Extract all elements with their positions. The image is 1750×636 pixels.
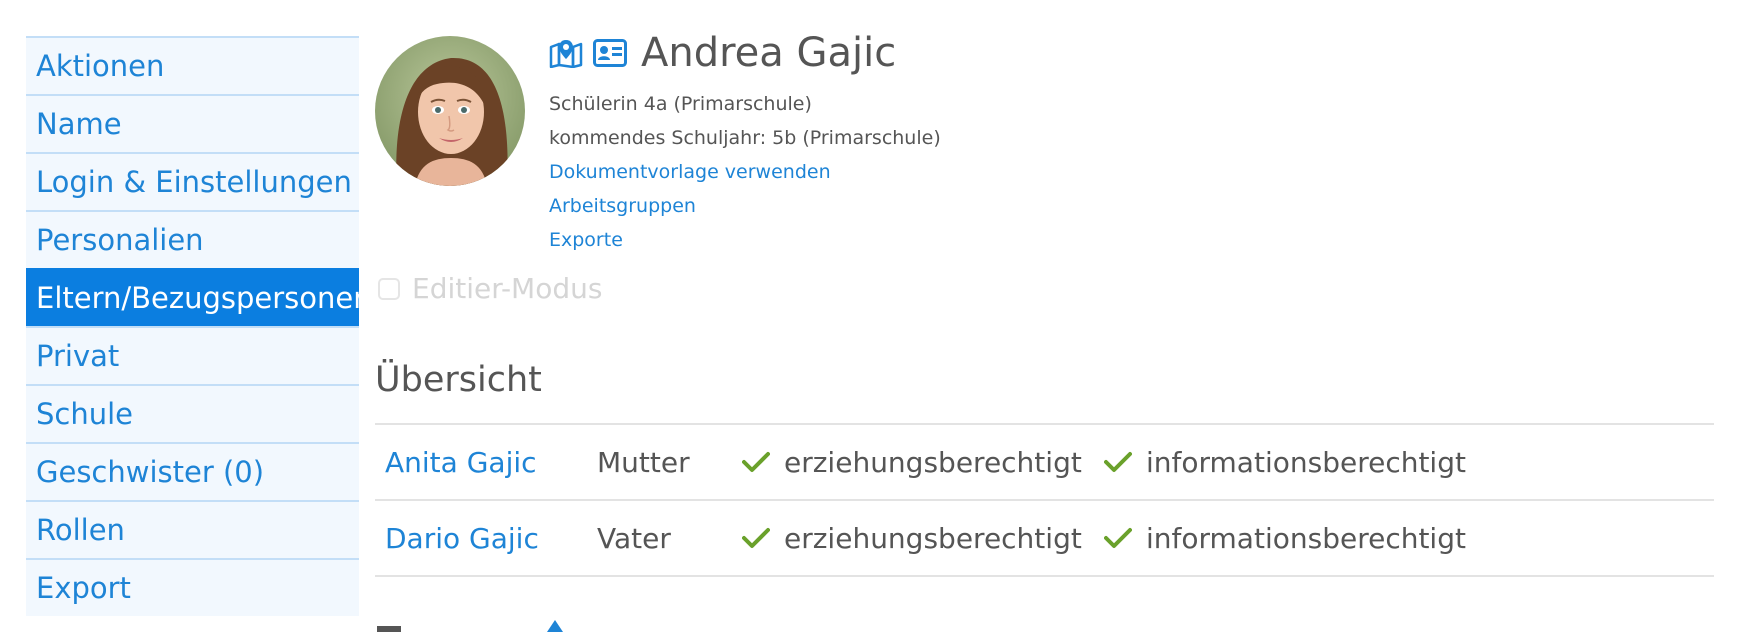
- information-label: informationsberechtigt: [1146, 521, 1466, 555]
- table-row: Dario Gajic Vater erziehungsberechtigt i…: [375, 501, 1714, 577]
- work-groups-link[interactable]: Arbeitsgruppen: [549, 194, 696, 218]
- check-icon: [742, 451, 770, 473]
- information-label: informationsberechtigt: [1146, 445, 1466, 479]
- guardian-relation: Vater: [597, 521, 671, 555]
- information-permission: informationsberechtigt: [1104, 446, 1466, 479]
- custody-permission: erziehungsberechtigt: [742, 446, 1104, 479]
- sidebar-item-geschwister[interactable]: Geschwister (0): [26, 442, 359, 500]
- next-year-info: kommendes Schuljahr: 5b (Primarschule): [549, 127, 941, 149]
- avatar-portrait: [375, 36, 525, 186]
- information-permission: informationsberechtigt: [1104, 522, 1466, 555]
- sidebar-item-eltern-bezugspersonen[interactable]: Eltern/Bezugspersonen: [26, 268, 372, 326]
- avatar: [375, 36, 525, 186]
- sidebar-item-personalien[interactable]: Personalien: [26, 210, 359, 268]
- overview-title: Übersicht: [375, 360, 542, 400]
- next-section-header-clipped: [375, 612, 595, 632]
- sidebar-nav: Aktionen Name Login & Einstellungen Pers…: [26, 36, 372, 616]
- guardian-relation: Mutter: [597, 445, 690, 479]
- sidebar-item-login-einstellungen[interactable]: Login & Einstellungen: [26, 152, 359, 210]
- edit-mode-checkbox[interactable]: [378, 277, 400, 300]
- sidebar-item-schule[interactable]: Schule: [26, 384, 359, 442]
- class-info: Schülerin 4a (Primarschule): [549, 93, 812, 115]
- guardian-name-link[interactable]: Anita Gajic: [375, 446, 597, 479]
- edit-mode-label: Editier-Modus: [412, 272, 603, 305]
- check-icon: [1104, 451, 1132, 473]
- check-icon: [742, 527, 770, 549]
- check-icon: [1104, 527, 1132, 549]
- guardians-table: Anita Gajic Mutter erziehungsberechtigt …: [375, 423, 1714, 577]
- document-template-link[interactable]: Dokumentvorlage verwenden: [549, 160, 831, 184]
- sidebar-item-name[interactable]: Name: [26, 94, 359, 152]
- guardian-name-link[interactable]: Dario Gajic: [375, 522, 597, 555]
- sidebar-item-privat[interactable]: Privat: [26, 326, 359, 384]
- sidebar-item-rollen[interactable]: Rollen: [26, 500, 359, 558]
- custody-label: erziehungsberechtigt: [784, 445, 1082, 479]
- sidebar-item-aktionen[interactable]: Aktionen: [26, 36, 359, 94]
- id-card-icon[interactable]: [593, 39, 627, 67]
- person-header: Andrea Gajic: [549, 30, 896, 76]
- sidebar-item-export[interactable]: Export: [26, 558, 359, 616]
- map-marker-icon[interactable]: [549, 38, 583, 68]
- custody-label: erziehungsberechtigt: [784, 521, 1082, 555]
- exports-link[interactable]: Exporte: [549, 228, 623, 252]
- custody-permission: erziehungsberechtigt: [742, 522, 1104, 555]
- edit-mode-toggle[interactable]: Editier-Modus: [378, 272, 602, 305]
- person-name: Andrea Gajic: [641, 30, 897, 76]
- table-row: Anita Gajic Mutter erziehungsberechtigt …: [375, 425, 1714, 501]
